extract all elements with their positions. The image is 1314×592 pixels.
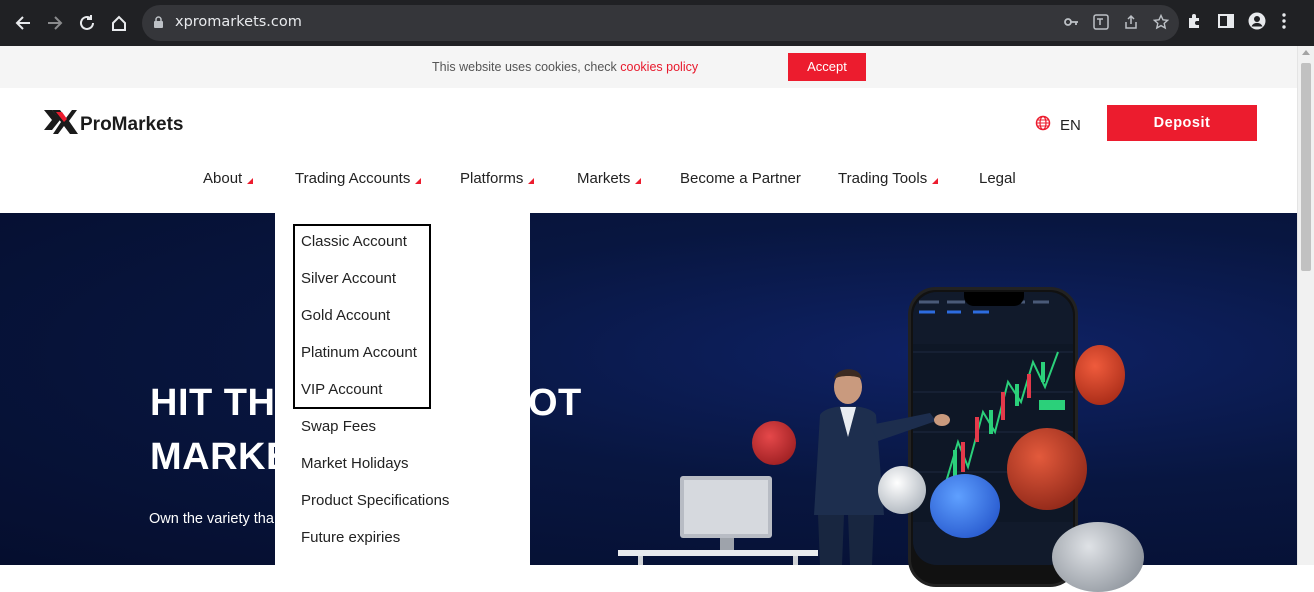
dropdown-item-future-expiries[interactable]: Future expiries [301,529,400,546]
key-icon[interactable] [1063,14,1079,35]
brand-name: ProMarkets [80,113,184,135]
dropdown-item-swap-fees[interactable]: Swap Fees [301,418,376,435]
address-bar[interactable]: xpromarkets.com [142,5,1179,41]
dropdown-item-market-holidays[interactable]: Market Holidays [301,455,409,472]
scroll-up-arrow-icon[interactable] [1302,50,1310,55]
cookie-banner: This website uses cookies, check cookies… [0,46,1297,88]
cookie-text: This website uses cookies, check cookies… [432,60,699,74]
hero-subtitle: Own the variety tha [149,511,274,527]
caret-icon [635,178,642,184]
nav-become-partner[interactable]: Become a Partner [680,170,801,187]
phone-notch [964,292,1024,306]
caret-icon [932,178,939,184]
logo-x-icon [42,108,78,141]
hero-title-line2: MARKE [150,436,292,478]
profile-icon[interactable] [1248,12,1266,35]
reload-icon[interactable] [75,11,99,35]
menu-kebab-icon[interactable] [1279,12,1289,35]
deposit-button[interactable]: Deposit [1107,105,1257,141]
hero-title-line1: HIT TH [150,382,276,424]
coin-icon [1075,345,1125,405]
language-selector[interactable]: EN [1035,115,1081,135]
nav-trading-accounts[interactable]: Trading Accounts [295,170,422,187]
page-scrollbar[interactable] [1297,46,1314,565]
dropdown-item-silver-account[interactable]: Silver Account [301,270,396,287]
nav-trading-tools[interactable]: Trading Tools [838,170,939,187]
netflix-coin-icon [1007,428,1087,510]
translate-icon[interactable] [1093,14,1109,35]
dropdown-item-gold-account[interactable]: Gold Account [301,307,390,324]
scroll-thumb[interactable] [1301,63,1311,271]
accept-cookies-button[interactable]: Accept [788,53,866,81]
bookmark-star-icon[interactable] [1152,13,1170,35]
share-icon[interactable] [1123,14,1139,35]
businessman-image [814,369,950,565]
caret-icon [247,178,254,184]
hero-title-line1-end: OT [528,382,582,424]
extensions-icon[interactable] [1186,12,1204,35]
tesla-coin-icon [752,421,796,465]
browser-toolbar: xpromarkets.com [0,0,1314,46]
nav-about[interactable]: About [203,170,254,187]
silver-coin-icon [1052,522,1144,592]
site-header [0,88,1297,213]
language-label: EN [1060,116,1081,134]
back-icon[interactable] [11,11,35,35]
dropdown-item-platinum-account[interactable]: Platinum Account [301,344,417,361]
home-icon[interactable] [107,11,131,35]
cookies-policy-link[interactable]: cookies policy [620,60,698,74]
dropdown-item-product-specifications[interactable]: Product Specifications [301,492,449,509]
nav-legal[interactable]: Legal [979,170,1016,187]
forward-icon[interactable] [43,11,67,35]
meta-coin-icon [930,474,1000,538]
globe-icon [1035,115,1051,135]
nav-platforms[interactable]: Platforms [460,170,535,187]
dropdown-item-classic-account[interactable]: Classic Account [301,233,407,250]
url-text: xpromarkets.com [175,14,302,30]
lock-icon [153,16,164,34]
caret-icon [415,178,422,184]
dropdown-item-vip-account[interactable]: VIP Account [301,381,382,398]
side-panel-icon[interactable] [1217,12,1235,35]
caret-icon [528,178,535,184]
logo[interactable]: ProMarkets [42,108,184,141]
nav-markets[interactable]: Markets [577,170,642,187]
google-coin-icon [878,466,926,514]
